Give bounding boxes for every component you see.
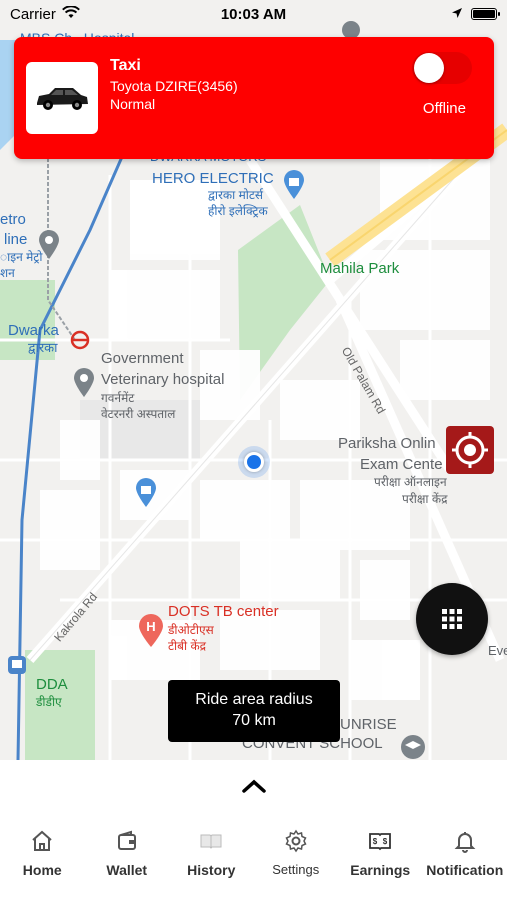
vehicle-type: Taxi <box>110 57 141 74</box>
map-label-pariksha-hi-2: परीक्षा केंद्र <box>402 492 448 506</box>
ride-radius-value: 70 km <box>232 712 276 729</box>
tab-wallet-label: Wallet <box>106 862 148 878</box>
car-image <box>26 62 98 134</box>
tab-home-label: Home <box>22 862 62 878</box>
bottom-panel: Home Wallet History Settings $ $ Earnings <box>0 760 507 900</box>
status-bar: Carrier 10:03 AM <box>0 0 507 28</box>
map-label-dots-tb-hi-2: टीबी केंद्र <box>168 639 207 653</box>
map-label-hero-electric: HERO ELECTRIC <box>152 170 274 187</box>
grid-icon <box>442 609 462 629</box>
map-label-govt-vet-2: Veterinary hospital <box>101 371 225 388</box>
map-label-metro-line-hi-2: शन <box>0 266 15 280</box>
battery-icon <box>471 8 500 20</box>
vehicle-class: Normal <box>110 96 156 112</box>
tab-earnings-label: Earnings <box>350 862 411 878</box>
tab-history-label: History <box>187 862 236 878</box>
earnings-icon: $ $ <box>367 828 393 854</box>
map-label-dots-tb-hi-1: डीओटीएस <box>168 623 214 637</box>
current-location-dot <box>244 452 264 472</box>
expand-chevron-up-icon[interactable] <box>240 777 268 795</box>
map-label-dots-tb: DOTS TB center <box>168 603 279 620</box>
clock: 10:03 AM <box>220 5 287 23</box>
vehicle-model: Toyota DZIRE(3456) <box>110 78 238 94</box>
driver-status-label: Offline <box>422 100 466 117</box>
tab-wallet[interactable]: Wallet <box>85 828 170 888</box>
bus-stop-icon <box>8 656 26 679</box>
svg-text:$: $ <box>383 837 388 846</box>
map-label-pariksha-1: Pariksha Onlin <box>338 435 436 452</box>
recenter-button[interactable] <box>446 426 494 474</box>
home-icon <box>29 828 55 854</box>
shopping-pin-icon <box>282 170 306 205</box>
place-pin-icon <box>73 368 95 403</box>
toggle-knob <box>414 53 444 83</box>
ride-radius-label: Ride area radius <box>195 691 313 708</box>
tab-settings[interactable]: Settings <box>254 828 339 888</box>
tab-notification-label: Notification <box>426 862 504 878</box>
location-arrow-icon <box>451 6 463 23</box>
map-label-metro-line-hi-1: ाइन मेट्रो <box>0 250 43 264</box>
driver-status-card: Taxi Toyota DZIRE(3456) Normal Offline <box>14 37 494 159</box>
map-label-dda-hi: डीडीए <box>36 695 62 709</box>
map-label-dda: DDA <box>36 676 68 693</box>
gear-icon <box>283 828 309 854</box>
crosshair-icon <box>452 432 488 468</box>
carrier-label: Carrier <box>10 5 56 23</box>
school-pin-icon <box>400 734 426 760</box>
shopping-pin-icon <box>134 478 158 513</box>
car-icon <box>37 88 88 110</box>
map-label-metro-line-1: etro <box>0 211 26 228</box>
tab-notification[interactable]: Notification <box>423 828 507 888</box>
map-label-dwarka: Dwarka <box>8 322 59 339</box>
menu-grid-button[interactable] <box>416 583 488 655</box>
book-icon <box>198 828 224 854</box>
wifi-icon <box>61 4 80 23</box>
map-label-govt-vet-1: Government <box>101 350 184 367</box>
map-label-mahila-park: Mahila Park <box>320 260 400 277</box>
metro-station-icon <box>70 330 90 355</box>
tab-earnings[interactable]: $ $ Earnings <box>338 828 423 888</box>
svg-text:H: H <box>146 619 155 634</box>
online-toggle[interactable] <box>412 52 472 84</box>
tab-history[interactable]: History <box>169 828 254 888</box>
map-label-govt-vet-hi-2: वेटरनरी अस्पताल <box>101 407 176 421</box>
hospital-pin-icon: H <box>138 614 164 653</box>
map-label-eve: Eve <box>488 643 507 658</box>
map-label-metro-line-2: line <box>4 231 28 248</box>
tab-home[interactable]: Home <box>0 828 85 888</box>
map-label-pariksha-hi-1: परीक्षा ऑनलाइन <box>374 475 447 489</box>
map-label-dwarka-hi: द्वारका <box>28 340 58 355</box>
map-label-hero-electric-hi-1: द्वारका मोटर्स <box>208 188 264 202</box>
wallet-icon <box>114 828 140 854</box>
bell-icon <box>452 828 478 854</box>
map-label-sunrise-1: UNRISE <box>340 716 397 733</box>
svg-text:$: $ <box>373 837 378 846</box>
map-label-govt-vet-hi-1: गवर्नमेंट <box>101 391 135 405</box>
tab-settings-label: Settings <box>272 862 320 877</box>
map-label-pariksha-2: Exam Cente <box>360 456 443 473</box>
map-label-hero-electric-hi-2: हीरो इलेक्ट्रिक <box>208 204 268 218</box>
ride-radius-box: Ride area radius 70 km <box>168 680 340 742</box>
tab-bar: Home Wallet History Settings $ $ Earnings <box>0 828 507 888</box>
